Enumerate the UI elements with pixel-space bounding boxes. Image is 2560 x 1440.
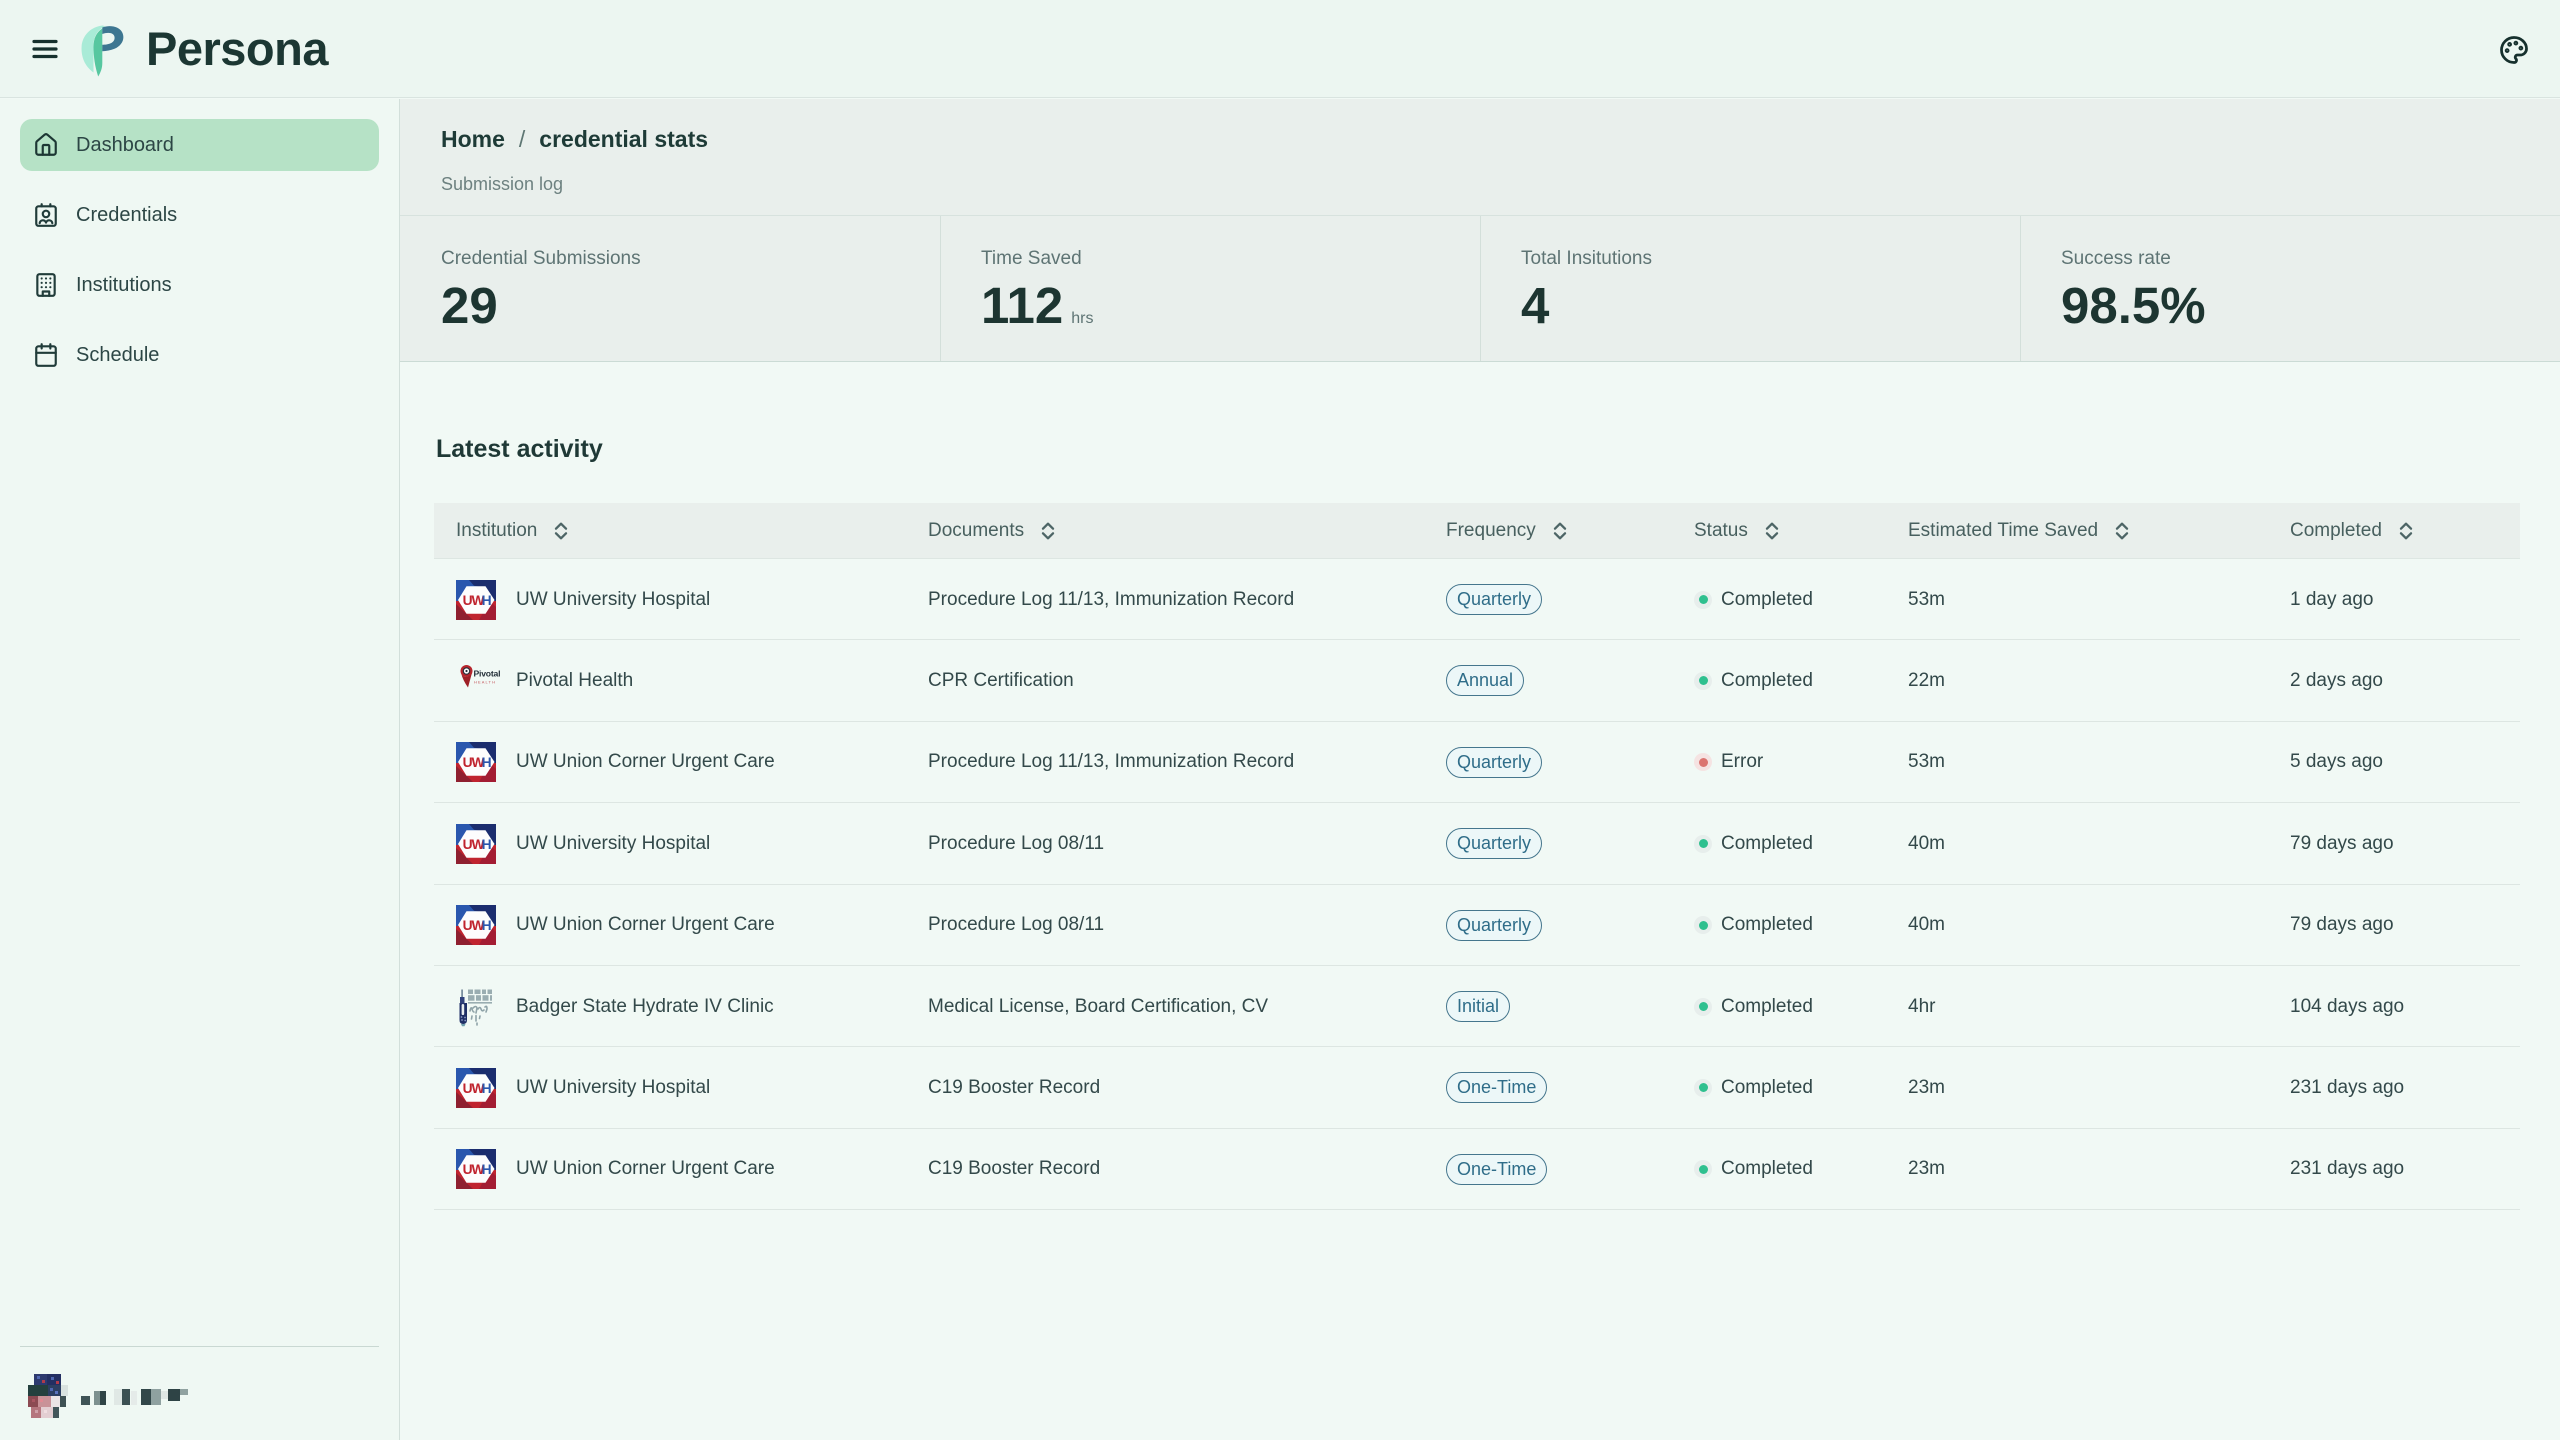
svg-text:H: H [482,837,492,852]
svg-text:H: H [482,1081,492,1096]
svg-text:H: H [482,1162,492,1177]
svg-text:H: H [482,592,492,607]
svg-text:H: H [482,918,492,933]
svg-text:HEALTH: HEALTH [474,679,496,684]
svg-text:H: H [482,755,492,770]
svg-text:Pivotal: Pivotal [474,668,501,678]
